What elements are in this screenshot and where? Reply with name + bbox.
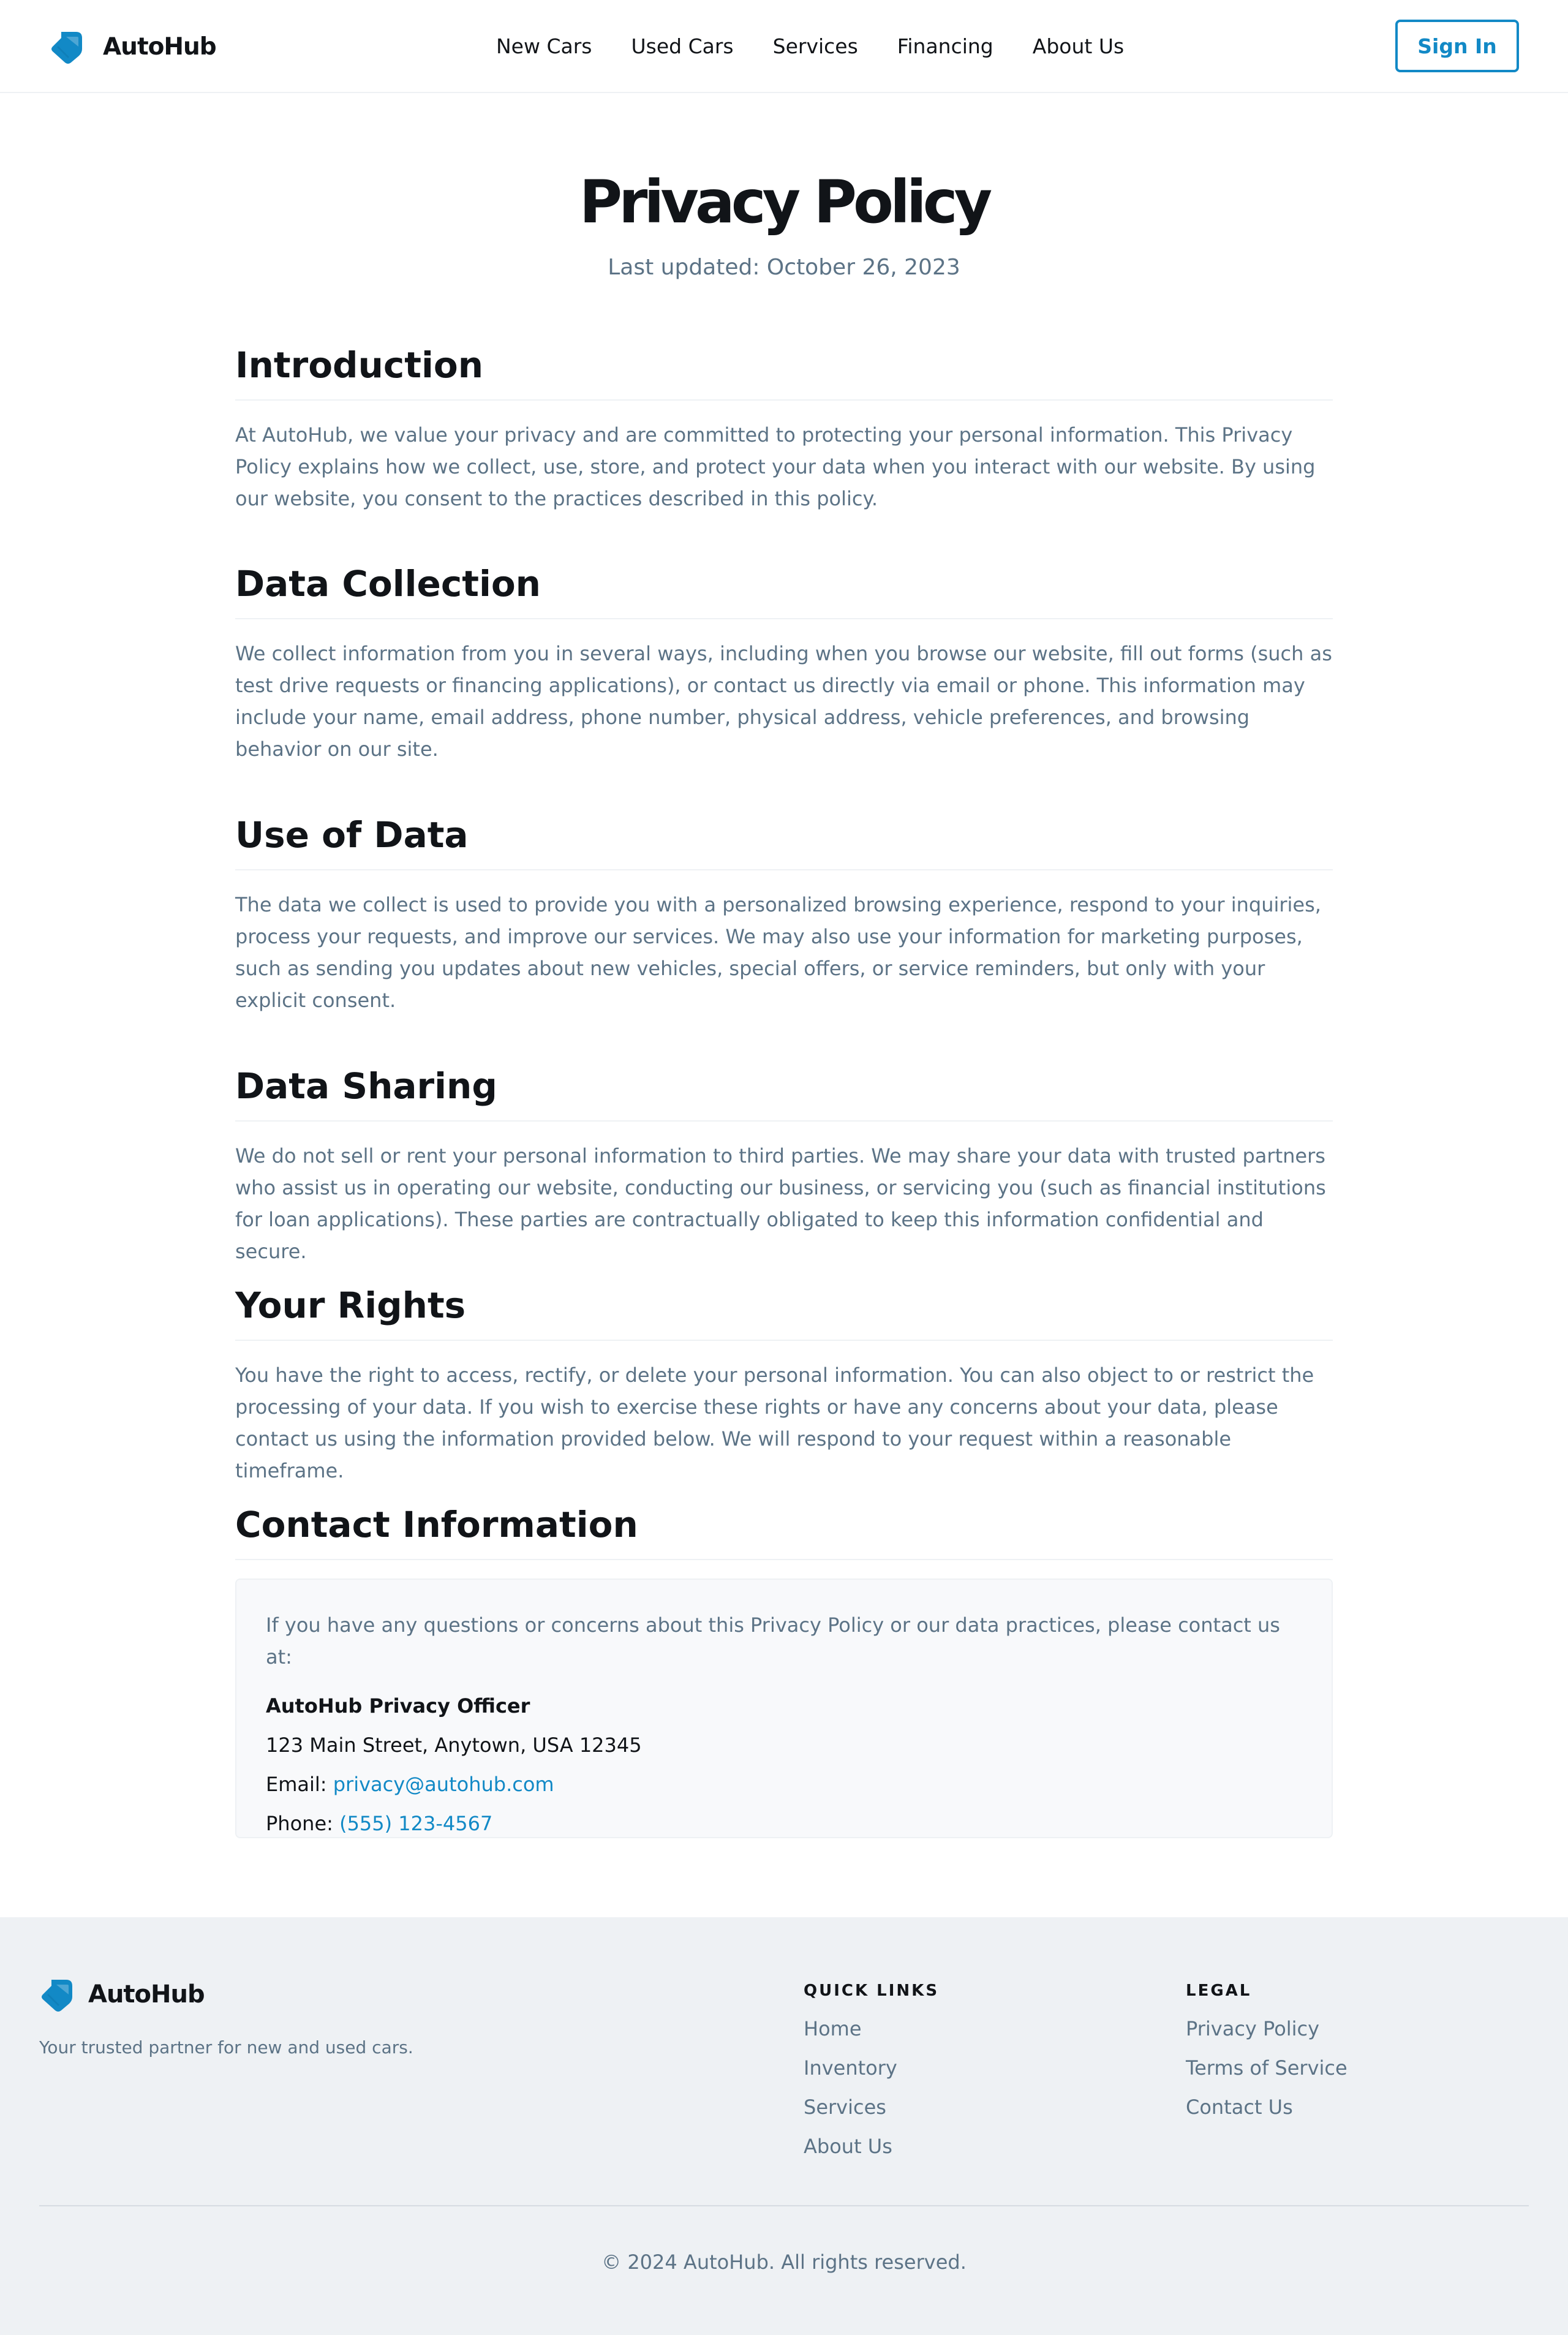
contact-email-row: Email: privacy@autohub.com bbox=[266, 1768, 1302, 1800]
section-contact-information: Contact Information If you have any ques… bbox=[235, 1500, 1333, 1838]
footer-link-about-us[interactable]: About Us bbox=[804, 2134, 939, 2159]
nav-used-cars[interactable]: Used Cars bbox=[631, 34, 734, 58]
section-body: At AutoHub, we value your privacy and ar… bbox=[235, 423, 1316, 510]
section-heading: Data Collection bbox=[235, 559, 1333, 619]
brand-name: AutoHub bbox=[103, 32, 217, 61]
nav-new-cars[interactable]: New Cars bbox=[496, 34, 592, 58]
footer-brand-link[interactable]: AutoHub bbox=[39, 1976, 205, 2013]
footer-link-inventory[interactable]: Inventory bbox=[804, 2056, 939, 2080]
footer-brand-name: AutoHub bbox=[88, 1980, 205, 2009]
section-your-rights: Your Rights You have the right to access… bbox=[235, 1281, 1333, 1487]
site-footer: AutoHub Your trusted partner for new and… bbox=[0, 1917, 1568, 2335]
section-heading: Your Rights bbox=[235, 1281, 1333, 1341]
contact-card: If you have any questions or concerns ab… bbox=[235, 1579, 1333, 1838]
contact-address: 123 Main Street, Anytown, USA 12345 bbox=[266, 1733, 642, 1757]
site-header: AutoHub New Cars Used Cars Services Fina… bbox=[0, 0, 1568, 93]
nav-about-us[interactable]: About Us bbox=[1033, 34, 1124, 58]
section-use-of-data: Use of Data The data we collect is used … bbox=[235, 810, 1333, 1016]
tag-logo-icon bbox=[51, 32, 82, 64]
footer-link-contact-us[interactable]: Contact Us bbox=[1186, 2095, 1348, 2119]
section-body: We do not sell or rent your personal inf… bbox=[235, 1144, 1326, 1263]
section-heading: Introduction bbox=[235, 341, 1333, 401]
tag-logo-icon bbox=[42, 1980, 72, 2012]
footer-tagline: Your trusted partner for new and used ca… bbox=[39, 2037, 413, 2058]
contact-org-name: AutoHub Privacy Officer bbox=[266, 1694, 530, 1718]
contact-intro: If you have any questions or concerns ab… bbox=[266, 1613, 1280, 1669]
section-data-sharing: Data Sharing We do not sell or rent your… bbox=[235, 1062, 1333, 1267]
footer-link-services[interactable]: Services bbox=[804, 2095, 939, 2119]
footer-link-privacy-policy[interactable]: Privacy Policy bbox=[1186, 2016, 1348, 2041]
page-title: Privacy Policy bbox=[579, 168, 992, 236]
email-link[interactable]: privacy@autohub.com bbox=[333, 1773, 554, 1796]
sign-in-button[interactable]: Sign In bbox=[1395, 20, 1519, 72]
footer-legal: LEGAL Privacy Policy Terms of Service Co… bbox=[1186, 1979, 1348, 2134]
section-heading: Data Sharing bbox=[235, 1062, 1333, 1122]
footer-link-home[interactable]: Home bbox=[804, 2016, 939, 2041]
section-body: We collect information from you in sever… bbox=[235, 642, 1332, 761]
contact-phone-row: Phone: (555) 123-4567 bbox=[266, 1808, 1302, 1839]
footer-copyright: © 2024 AutoHub. All rights reserved. bbox=[601, 2250, 967, 2274]
section-heading: Contact Information bbox=[235, 1500, 1333, 1560]
footer-link-terms-of-service[interactable]: Terms of Service bbox=[1186, 2056, 1348, 2080]
nav-financing[interactable]: Financing bbox=[897, 34, 993, 58]
footer-col-title: QUICK LINKS bbox=[804, 1982, 940, 2000]
phone-link[interactable]: (555) 123-4567 bbox=[339, 1812, 492, 1835]
brand-logo-link[interactable]: AutoHub bbox=[49, 27, 217, 66]
footer-divider bbox=[39, 2205, 1529, 2206]
section-body: You have the right to access, rectify, o… bbox=[235, 1364, 1314, 1482]
section-data-collection: Data Collection We collect information f… bbox=[235, 559, 1333, 765]
last-updated-text: Last updated: October 26, 2023 bbox=[608, 255, 960, 280]
nav-services[interactable]: Services bbox=[773, 34, 858, 58]
section-introduction: Introduction At AutoHub, we value your p… bbox=[235, 341, 1333, 515]
main-nav: New Cars Used Cars Services Financing Ab… bbox=[496, 31, 1124, 61]
footer-quick-links: QUICK LINKS Home Inventory Services Abou… bbox=[804, 1979, 939, 2173]
phone-label: Phone: bbox=[266, 1812, 333, 1835]
footer-col-title: LEGAL bbox=[1186, 1982, 1252, 2000]
section-body: The data we collect is used to provide y… bbox=[235, 893, 1321, 1012]
email-label: Email: bbox=[266, 1773, 327, 1796]
section-heading: Use of Data bbox=[235, 810, 1333, 870]
